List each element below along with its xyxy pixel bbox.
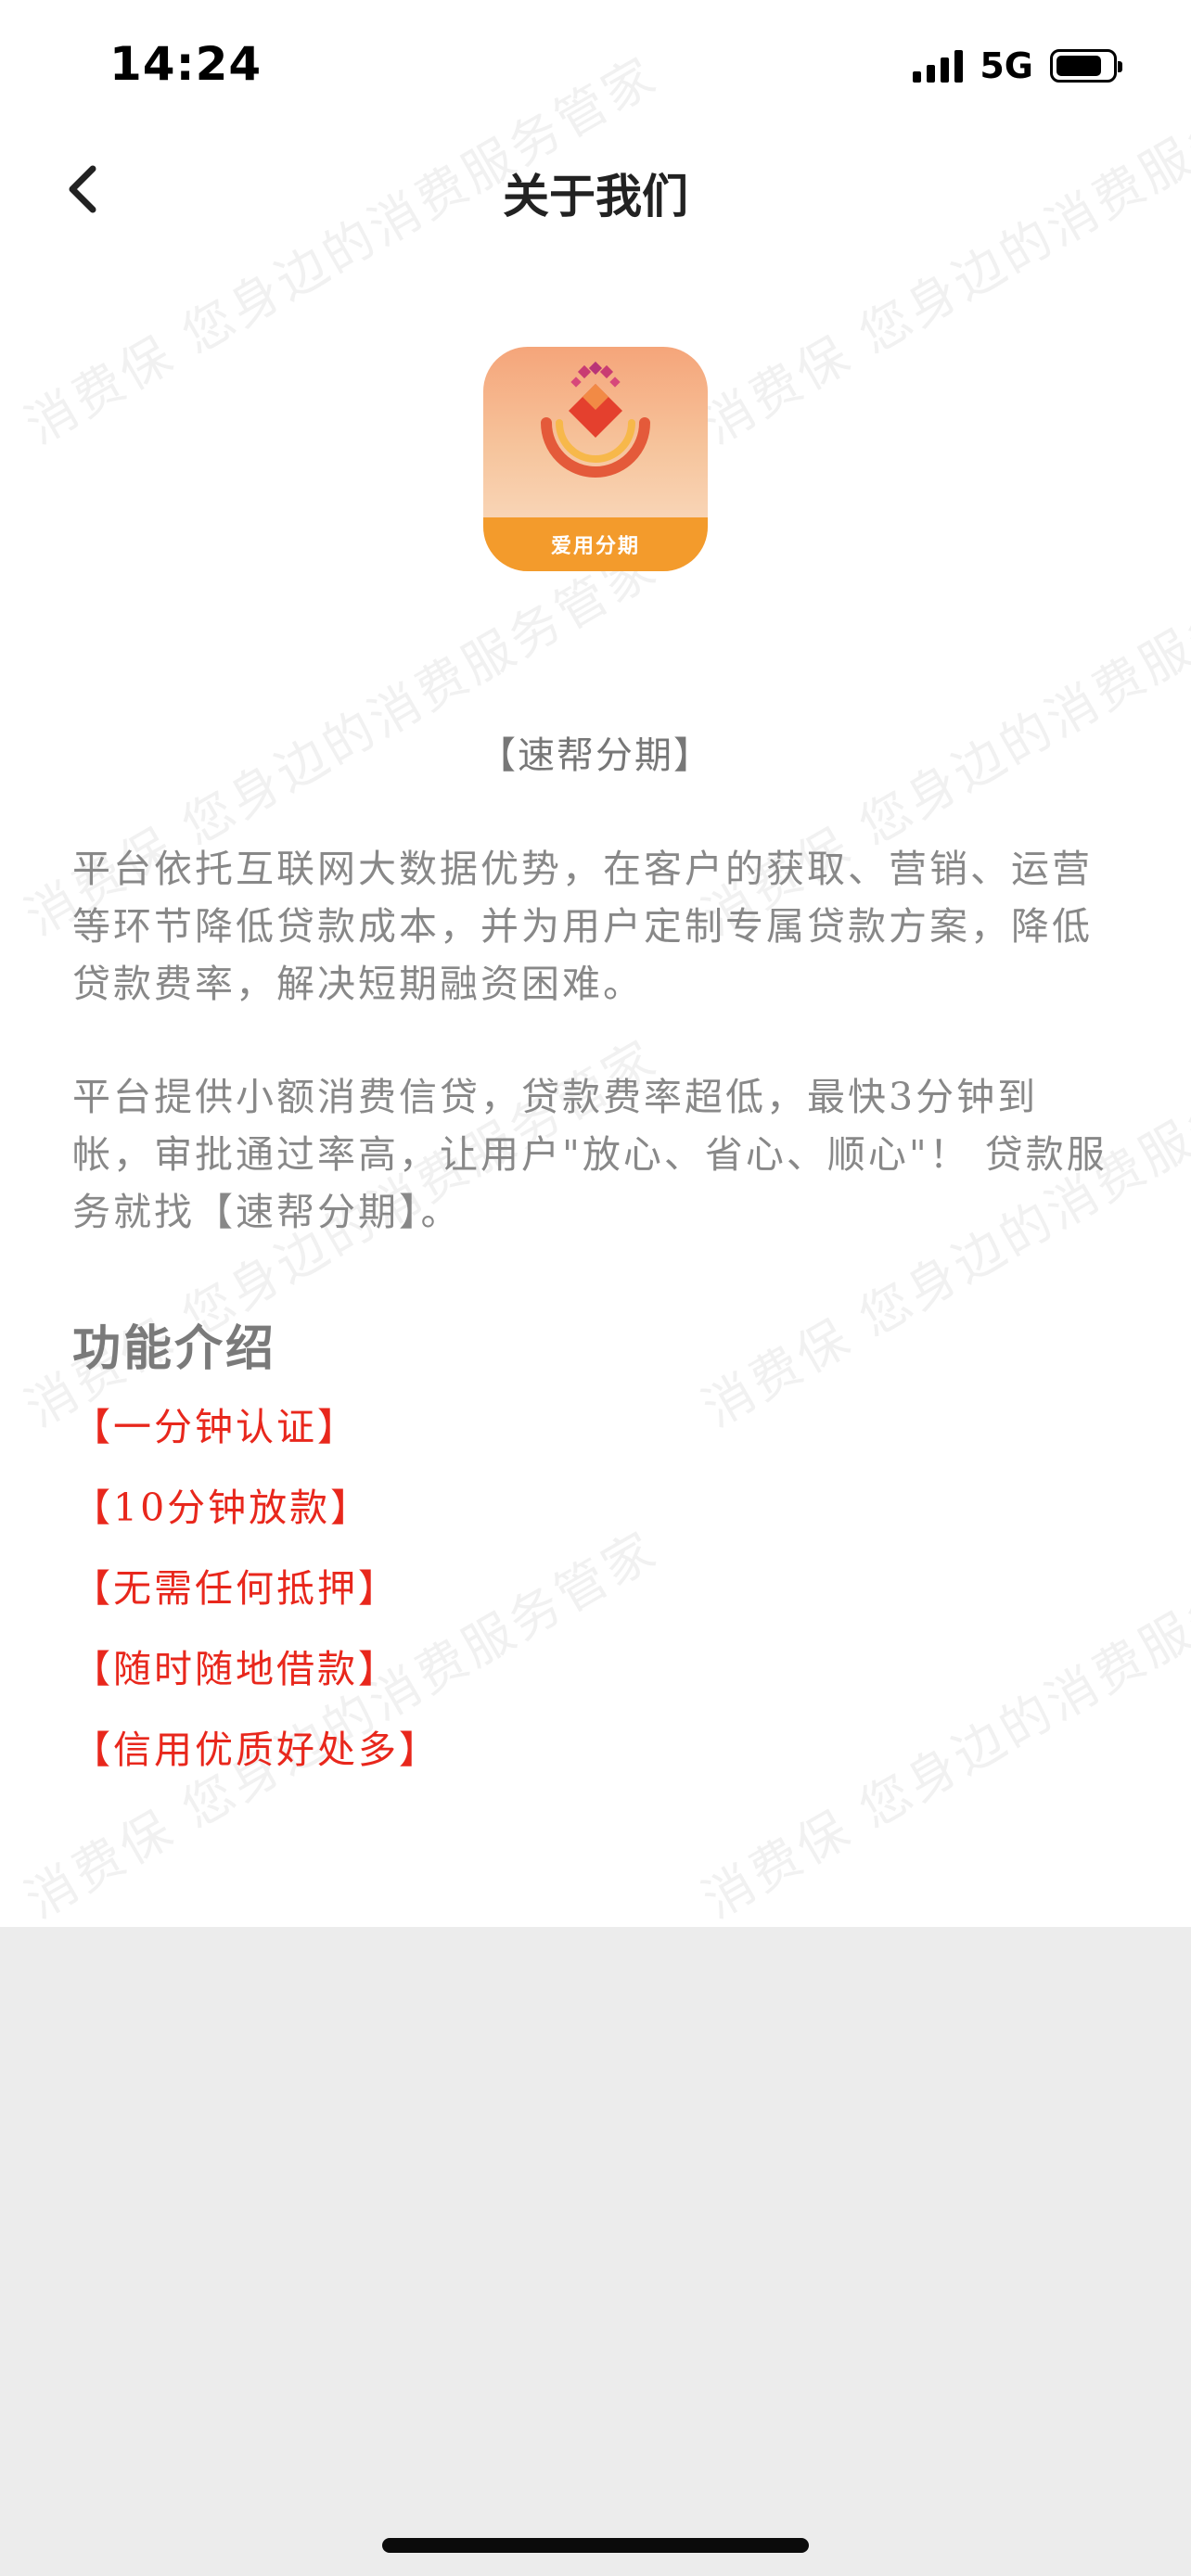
app-logo: 爱用分期 bbox=[483, 347, 708, 571]
features-title: 功能介绍 bbox=[72, 1321, 277, 1377]
feature-item: 【10分钟放款】 bbox=[72, 1486, 372, 1530]
network-type: 5G bbox=[980, 45, 1033, 86]
intro-paragraph: 平台依托互联网大数据优势，在客户的获取、营销、运营等环节降低贷款成本，并为用户定… bbox=[72, 847, 1093, 1006]
app-icon-label: 爱用分期 bbox=[483, 517, 708, 571]
feature-list: 【一分钟认证】 【10分钟放款】 【无需任何抵押】 【随时随地借款】 【信用优质… bbox=[72, 1398, 440, 1802]
feature-item: 【随时随地借款】 bbox=[72, 1647, 399, 1691]
feature-item: 【信用优质好处多】 bbox=[72, 1728, 440, 1772]
app-name: 【速帮分期】 bbox=[479, 734, 712, 777]
status-time: 14:24 bbox=[109, 37, 263, 91]
signal-icon bbox=[913, 49, 964, 83]
home-indicator[interactable] bbox=[382, 2538, 809, 2553]
status-bar: 14:24 5G bbox=[0, 0, 1191, 130]
service-paragraph: 平台提供小额消费信贷，贷款费率超低，最快3分钟到帐，审批通过率高，让用户"放心、… bbox=[72, 1075, 1108, 1234]
watermark: 消费保 您身边的消费服务管家 bbox=[692, 1519, 1191, 1931]
nav-bar: 关于我们 bbox=[0, 130, 1191, 250]
feature-item: 【一分钟认证】 bbox=[72, 1405, 358, 1449]
footer-area bbox=[0, 1927, 1191, 2576]
diamond-logo-icon bbox=[541, 361, 650, 478]
battery-icon bbox=[1050, 49, 1122, 83]
status-indicators: 5G bbox=[913, 45, 1122, 87]
page-title: 关于我们 bbox=[503, 170, 688, 223]
feature-item: 【无需任何抵押】 bbox=[72, 1566, 399, 1611]
